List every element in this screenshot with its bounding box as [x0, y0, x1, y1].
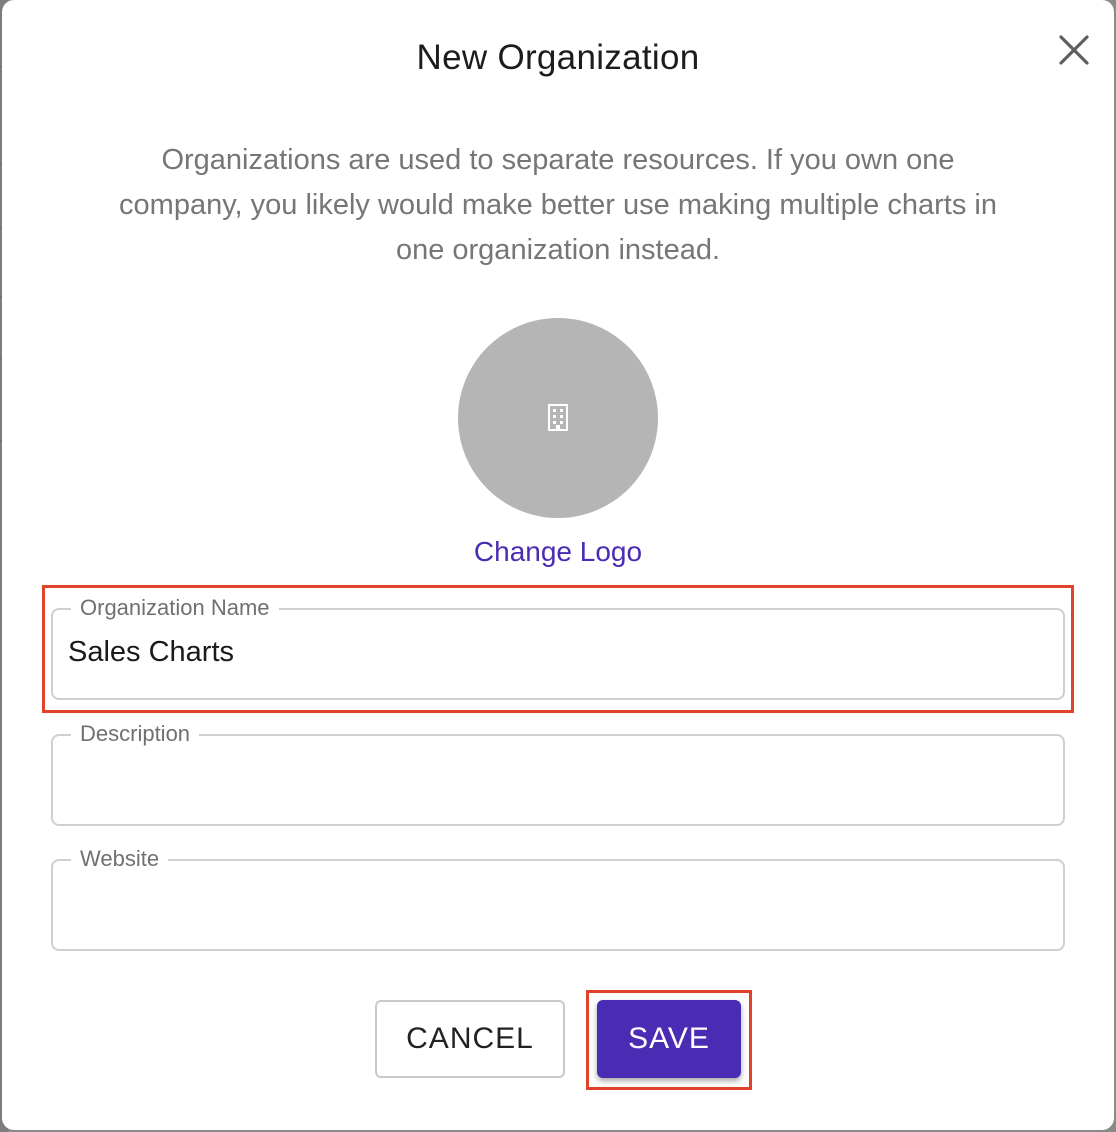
- organization-name-input[interactable]: [68, 636, 1028, 669]
- description-field[interactable]: Description: [51, 719, 1065, 826]
- organization-logo[interactable]: [458, 318, 658, 518]
- close-icon: [1059, 35, 1089, 65]
- building-icon: [548, 404, 568, 431]
- close-button[interactable]: [1054, 30, 1094, 70]
- website-input[interactable]: [68, 887, 1028, 920]
- change-logo-link[interactable]: Change Logo: [2, 536, 1114, 568]
- website-label: Website: [71, 844, 169, 874]
- cancel-button[interactable]: CANCEL: [375, 1000, 565, 1078]
- description-label: Description: [71, 719, 200, 749]
- website-field[interactable]: Website: [51, 844, 1065, 951]
- description-input[interactable]: [68, 762, 1028, 795]
- save-button[interactable]: SAVE: [597, 1000, 741, 1078]
- organization-name-label: Organization Name: [71, 593, 279, 623]
- new-organization-dialog: New Organization Organizations are used …: [2, 0, 1114, 1130]
- organization-name-field[interactable]: Organization Name: [51, 593, 1065, 700]
- dialog-title: New Organization: [416, 38, 700, 77]
- dialog-description: Organizations are used to separate resou…: [119, 144, 997, 266]
